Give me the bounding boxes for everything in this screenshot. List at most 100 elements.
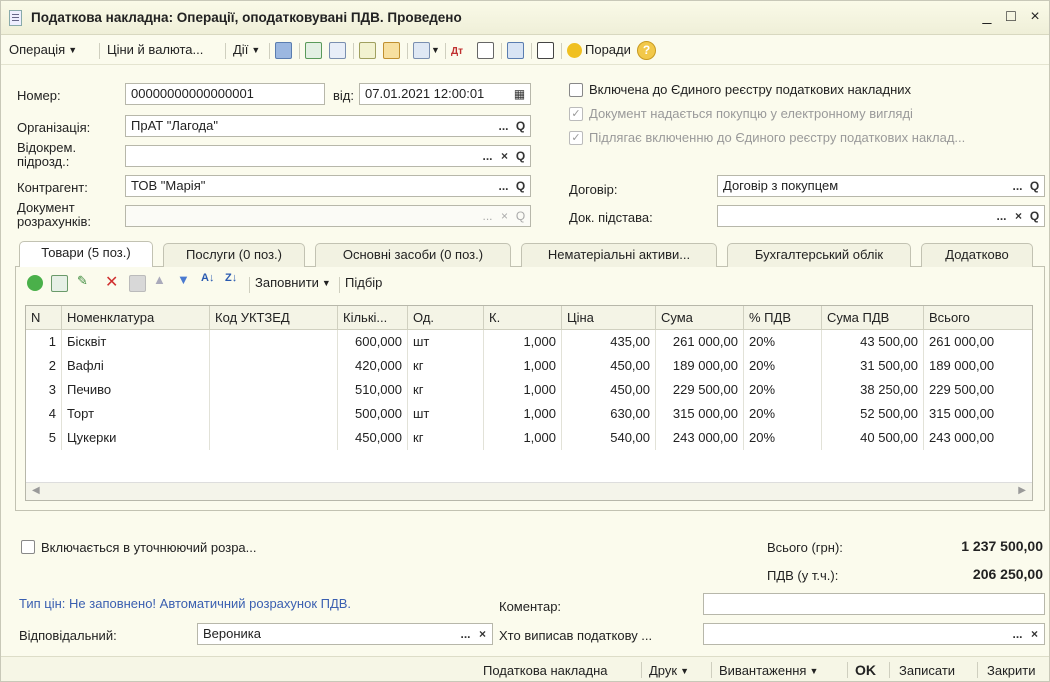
table-row[interactable]: 5 Цукерки 450,000 кг 1,000 540,00 243 00… bbox=[26, 426, 1032, 450]
open-icon[interactable]: Q bbox=[512, 177, 529, 195]
clear-icon[interactable]: × bbox=[496, 147, 513, 165]
select-button[interactable]: ... bbox=[479, 147, 496, 165]
tips-button[interactable]: Поради bbox=[585, 42, 631, 57]
select-button[interactable]: ... bbox=[495, 177, 512, 195]
column-header[interactable]: Сума ПДВ bbox=[822, 306, 924, 330]
tab-services[interactable]: Послуги (0 поз.) bbox=[163, 243, 305, 267]
column-header[interactable]: Кількі... bbox=[338, 306, 408, 330]
ok-button[interactable]: OK bbox=[855, 662, 876, 678]
sort-desc-icon[interactable]: Z↓ bbox=[225, 272, 237, 284]
chevron-down-icon[interactable]: ▼ bbox=[431, 45, 440, 55]
select-button[interactable]: ... bbox=[479, 207, 496, 225]
counterparty-field[interactable]: ТОВ "Марія" ... Q bbox=[125, 175, 531, 197]
help-button[interactable]: ? bbox=[637, 41, 656, 60]
column-header[interactable]: Код УКТЗЕД bbox=[210, 306, 338, 330]
report-icon[interactable] bbox=[477, 42, 494, 59]
column-header[interactable]: % ПДВ bbox=[744, 306, 822, 330]
post-icon[interactable] bbox=[275, 42, 292, 59]
select-button[interactable]: ... bbox=[457, 625, 474, 643]
copy-icon[interactable] bbox=[329, 42, 346, 59]
movements-icon[interactable]: Дт bbox=[451, 42, 468, 59]
delete-icon[interactable]: ✕ bbox=[105, 272, 118, 292]
column-header[interactable]: Ціна bbox=[562, 306, 656, 330]
clear-icon[interactable]: × bbox=[474, 625, 491, 643]
settlement-field[interactable]: ... × Q bbox=[125, 205, 531, 227]
clarify-checkbox[interactable] bbox=[21, 540, 35, 554]
prices-button[interactable]: Ціни й валюта... bbox=[107, 42, 203, 57]
close-window-button[interactable]: × bbox=[1025, 7, 1045, 27]
column-header[interactable]: Номенклатура bbox=[62, 306, 210, 330]
clear-icon[interactable]: × bbox=[1026, 625, 1043, 643]
org-field[interactable]: ПрАТ "Лагода" ... Q bbox=[125, 115, 531, 137]
based-on-icon[interactable] bbox=[359, 42, 376, 59]
comment-field[interactable] bbox=[703, 593, 1045, 615]
select-button[interactable]: ... bbox=[1009, 625, 1026, 643]
structure-icon[interactable] bbox=[383, 42, 400, 59]
save-button[interactable]: Записати bbox=[899, 663, 955, 678]
actions-menu[interactable]: Дії ▼ bbox=[233, 42, 260, 57]
register-checkbox[interactable] bbox=[569, 83, 583, 97]
scroll-right-icon[interactable]: ▶ bbox=[1018, 485, 1026, 496]
date-field[interactable]: 07.01.2021 12:00:01 ▦ bbox=[359, 83, 531, 105]
print-menu[interactable]: Друк ▼ bbox=[649, 663, 689, 678]
column-header[interactable]: Сума bbox=[656, 306, 744, 330]
horizontal-scrollbar[interactable]: ◀ ▶ bbox=[26, 482, 1032, 500]
tab-accounting[interactable]: Бухгалтерський облік bbox=[727, 243, 911, 267]
select-button[interactable]: ... bbox=[1009, 177, 1026, 195]
table-row[interactable]: 1 Бісквіт 600,000 шт 1,000 435,00 261 00… bbox=[26, 330, 1032, 354]
author-label: Хто виписав податкову ... bbox=[499, 628, 653, 643]
counterparty-label: Контрагент: bbox=[17, 180, 88, 195]
maximize-button[interactable]: □ bbox=[1001, 7, 1021, 27]
copy-row-icon[interactable] bbox=[51, 275, 68, 292]
operation-menu[interactable]: Операція ▼ bbox=[9, 42, 77, 57]
go-to-icon[interactable] bbox=[413, 42, 430, 59]
tax-invoice-button[interactable]: Податкова накладна bbox=[483, 663, 608, 678]
division-field[interactable]: ... × Q bbox=[125, 145, 531, 167]
column-header[interactable]: Всього bbox=[924, 306, 1032, 330]
clear-icon[interactable]: × bbox=[1010, 207, 1027, 225]
table-row[interactable]: 3 Печиво 510,000 кг 1,000 450,00 229 500… bbox=[26, 378, 1032, 402]
goods-table[interactable]: N Номенклатура Код УКТЗЕД Кількі... Од. … bbox=[25, 305, 1033, 501]
basis-field[interactable]: ... × Q bbox=[717, 205, 1045, 227]
scroll-left-icon[interactable]: ◀ bbox=[32, 485, 40, 496]
tab-additional[interactable]: Додатково bbox=[921, 243, 1033, 267]
contract-field[interactable]: Договір з покупцем ... Q bbox=[717, 175, 1045, 197]
sort-asc-icon[interactable]: A↓ bbox=[201, 272, 214, 284]
edit-icon[interactable]: ✎ bbox=[77, 273, 88, 289]
responsible-field[interactable]: Вероника ... × bbox=[197, 623, 493, 645]
tab-intangible[interactable]: Нематеріальні активи... bbox=[521, 243, 717, 267]
select-items-button[interactable]: Підбір bbox=[345, 275, 382, 290]
doc-journal-icon[interactable] bbox=[507, 42, 524, 59]
add-icon[interactable] bbox=[27, 275, 43, 291]
column-header[interactable]: Од. bbox=[408, 306, 484, 330]
select-button[interactable]: ... bbox=[993, 207, 1010, 225]
open-icon[interactable]: Q bbox=[512, 147, 529, 165]
tab-fixed-assets[interactable]: Основні засоби (0 поз.) bbox=[315, 243, 511, 267]
minimize-button[interactable]: _ bbox=[977, 7, 997, 27]
tab-goods[interactable]: Товари (5 поз.) bbox=[19, 241, 153, 267]
close-button[interactable]: Закрити bbox=[987, 663, 1035, 678]
price-type-link[interactable]: Тип цін: Не заповнено! Автоматичний розр… bbox=[19, 597, 351, 611]
open-icon[interactable]: Q bbox=[512, 117, 529, 135]
column-header[interactable]: N bbox=[26, 306, 62, 330]
clear-icon[interactable]: × bbox=[496, 207, 513, 225]
move-down-icon[interactable]: ▼ bbox=[177, 272, 190, 287]
move-up-icon[interactable]: ▲ bbox=[153, 272, 166, 287]
list-icon[interactable] bbox=[537, 42, 554, 59]
author-field[interactable]: ... × bbox=[703, 623, 1045, 645]
column-header[interactable]: К. bbox=[484, 306, 562, 330]
number-field[interactable]: 00000000000000001 bbox=[125, 83, 325, 105]
table-row[interactable]: 2 Вафлі 420,000 кг 1,000 450,00 189 000,… bbox=[26, 354, 1032, 378]
fill-menu[interactable]: Заповнити ▼ bbox=[255, 275, 331, 290]
refresh-icon[interactable] bbox=[305, 42, 322, 59]
table-row[interactable]: 4 Торт 500,000 шт 1,000 630,00 315 000,0… bbox=[26, 402, 1032, 426]
open-icon[interactable]: Q bbox=[512, 207, 529, 225]
subject-checkbox[interactable]: ✓ bbox=[569, 131, 583, 145]
calendar-icon[interactable]: ▦ bbox=[511, 85, 528, 103]
open-icon[interactable]: Q bbox=[1026, 177, 1043, 195]
export-menu[interactable]: Вивантаження ▼ bbox=[719, 663, 818, 678]
document-icon bbox=[9, 10, 22, 26]
open-icon[interactable]: Q bbox=[1026, 207, 1043, 225]
select-button[interactable]: ... bbox=[495, 117, 512, 135]
electronic-checkbox[interactable]: ✓ bbox=[569, 107, 583, 121]
